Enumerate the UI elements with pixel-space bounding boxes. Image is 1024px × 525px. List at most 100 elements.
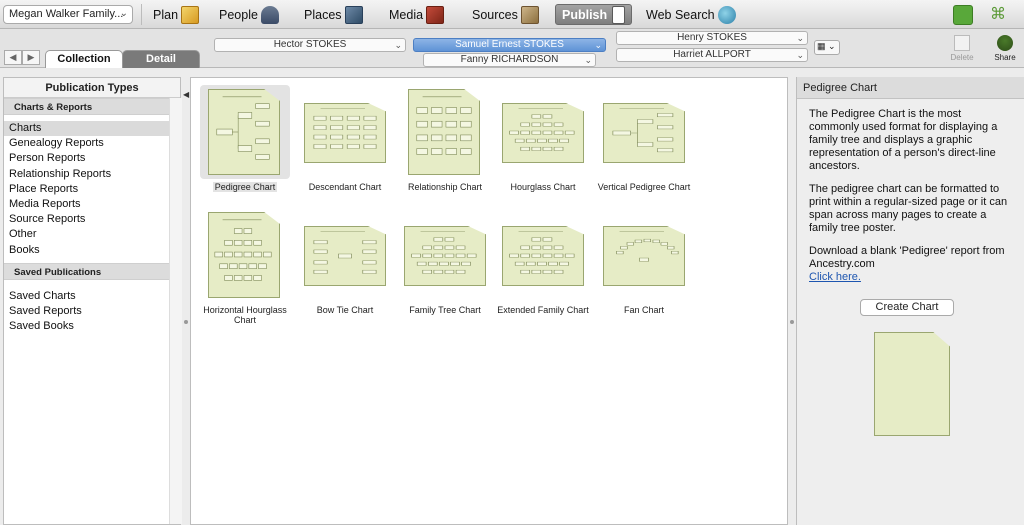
chart-card-extended[interactable]: Extended Family Chart xyxy=(495,208,591,315)
chart-miniature xyxy=(509,231,575,274)
main-toolbar: Megan Walker Family... ⌄ Plan People Pla… xyxy=(0,0,1024,29)
chart-card-vertical[interactable]: Vertical Pedigree Chart xyxy=(596,85,692,192)
globe-search-icon xyxy=(717,5,736,24)
nav-media[interactable]: Media xyxy=(389,4,445,25)
forward-arrow-icon[interactable]: ▶ xyxy=(22,50,40,65)
list-item-relationship-reports[interactable]: Relationship Reports xyxy=(4,167,180,182)
mother-name: Fanny RICHARDSON xyxy=(460,54,559,65)
share-label: Share xyxy=(994,53,1016,62)
panel-header: Publication Types xyxy=(4,78,180,98)
chart-card-bowtie[interactable]: Bow Tie Chart xyxy=(297,208,393,315)
chart-card-label: Descendant Chart xyxy=(297,182,393,192)
tab-collection[interactable]: Collection xyxy=(45,50,123,68)
scrollbar[interactable] xyxy=(169,98,182,524)
chart-miniature xyxy=(612,108,674,153)
hint-leaf-icon[interactable]: ⌘ xyxy=(988,5,1008,25)
chart-card-familytree[interactable]: Family Tree Chart xyxy=(397,208,493,315)
chart-page-image xyxy=(603,103,685,163)
list-item-books[interactable]: Books xyxy=(4,243,180,258)
list-item-person-reports[interactable]: Person Reports xyxy=(4,151,180,166)
preview-page xyxy=(874,332,950,436)
preview-thumbnail xyxy=(863,329,959,439)
chart-card-label-text: Extended Family Chart xyxy=(497,305,589,315)
sources-icon xyxy=(520,5,539,24)
nav-plan[interactable]: Plan xyxy=(153,4,200,25)
chart-thumbnail xyxy=(400,208,490,302)
tree-selector[interactable]: Megan Walker Family... ⌄ xyxy=(3,5,133,24)
nav-publish[interactable]: Publish xyxy=(555,4,632,25)
description-para-1: The Pedigree Chart is the most commonly … xyxy=(809,108,998,172)
grandmother-selector[interactable]: Harriet ALLPORT ⌄ xyxy=(616,48,808,62)
splitter-handle[interactable] xyxy=(790,320,794,324)
chart-card-label-text: Relationship Chart xyxy=(407,182,483,192)
chart-card-hourglass[interactable]: Hourglass Chart xyxy=(495,85,591,192)
create-chart-button[interactable]: Create Chart xyxy=(860,299,954,316)
tab-detail[interactable]: Detail xyxy=(122,50,200,68)
chart-miniature xyxy=(214,219,272,281)
delete-icon xyxy=(954,35,970,51)
chart-description-panel: Pedigree Chart The Pedigree Chart is the… xyxy=(796,77,1024,525)
father-name: Hector STOKES xyxy=(273,39,347,50)
splitter-handle[interactable] xyxy=(184,320,188,324)
list-item-charts[interactable]: Charts xyxy=(4,121,180,137)
nav-people[interactable]: People xyxy=(219,4,279,25)
list-item-source-reports[interactable]: Source Reports xyxy=(4,212,180,227)
family-layout-button[interactable]: ▦ ⌄ xyxy=(814,40,840,55)
chart-card-label: Relationship Chart xyxy=(397,182,493,192)
grandfather-selector[interactable]: Henry STOKES ⌄ xyxy=(616,31,808,45)
chart-page-image xyxy=(502,103,584,163)
list-item-saved-charts[interactable]: Saved Charts xyxy=(4,289,180,304)
chart-card-label: Pedigree Chart xyxy=(197,182,293,192)
chart-thumbnail xyxy=(599,85,689,179)
chart-miniature xyxy=(616,231,679,262)
chart-card-label: Horizontal Hourglass Chart xyxy=(197,305,293,325)
chart-page-image xyxy=(603,226,685,286)
father-selector[interactable]: Hector STOKES ⌄ xyxy=(214,38,406,52)
list-item-genealogy-reports[interactable]: Genealogy Reports xyxy=(4,136,180,151)
description-para-3: Download a blank 'Pedigree' report from … xyxy=(797,245,1024,284)
nav-web-search[interactable]: Web Search xyxy=(646,4,736,25)
focus-person-selector[interactable]: Samuel Ernest STOKES ⌄ xyxy=(413,38,606,52)
chevron-down-icon: ⌄ xyxy=(796,33,804,43)
chart-card-descendant[interactable]: Descendant Chart xyxy=(297,85,393,192)
collapse-arrow-icon[interactable]: ◀ xyxy=(183,90,189,99)
nav-web-search-label: Web Search xyxy=(646,7,715,22)
chart-card-hhourglass[interactable]: Horizontal Hourglass Chart xyxy=(197,208,293,325)
grandmother-name: Harriet ALLPORT xyxy=(673,49,751,60)
click-here-link[interactable]: Click here. xyxy=(809,271,861,283)
group-saved-publications: Saved Publications xyxy=(4,262,180,280)
list-item-saved-books[interactable]: Saved Books xyxy=(4,319,180,334)
back-arrow-icon[interactable]: ◀ xyxy=(4,50,22,65)
share-tool[interactable]: Share xyxy=(985,35,1024,62)
chart-gallery: Pedigree Chart Descendant Chart Relationsh… xyxy=(190,77,788,525)
chart-card-label: Vertical Pedigree Chart xyxy=(596,182,692,192)
chevron-down-icon: ⌄ xyxy=(796,50,804,60)
list-item-saved-reports[interactable]: Saved Reports xyxy=(4,304,180,319)
chart-page-image xyxy=(408,89,480,175)
list-item-place-reports[interactable]: Place Reports xyxy=(4,182,180,197)
chevron-down-icon: ⌄ xyxy=(394,40,402,50)
chart-page-image xyxy=(304,226,386,286)
chart-thumbnail xyxy=(300,208,390,302)
chart-card-pedigree[interactable]: Pedigree Chart xyxy=(197,85,293,192)
tree-name: Megan Walker Family... xyxy=(9,8,124,20)
divider xyxy=(141,4,142,25)
chart-page-image xyxy=(208,212,280,298)
chart-card-label-text: Hourglass Chart xyxy=(510,182,576,192)
family-tree-icon[interactable] xyxy=(953,5,973,25)
chevron-down-icon: ⌄ xyxy=(119,8,128,19)
list-item-media-reports[interactable]: Media Reports xyxy=(4,197,180,212)
chart-card-label-text: Horizontal Hourglass Chart xyxy=(203,305,287,325)
chart-card-relationship[interactable]: Relationship Chart xyxy=(397,85,493,192)
chart-thumbnail xyxy=(400,85,490,179)
description-para-2: The pedigree chart can be formatted to p… xyxy=(809,183,1008,234)
nav-places[interactable]: Places xyxy=(304,4,363,25)
nav-sources[interactable]: Sources xyxy=(472,4,539,25)
mother-selector[interactable]: Fanny RICHARDSON ⌄ xyxy=(423,53,596,67)
chart-card-label: Bow Tie Chart xyxy=(297,305,393,315)
chart-page-image xyxy=(304,103,386,163)
chart-card-label: Hourglass Chart xyxy=(495,182,591,192)
chart-card-fan[interactable]: Fan Chart xyxy=(596,208,692,315)
list-item-other[interactable]: Other xyxy=(4,227,180,242)
delete-tool[interactable]: Delete xyxy=(942,35,982,62)
